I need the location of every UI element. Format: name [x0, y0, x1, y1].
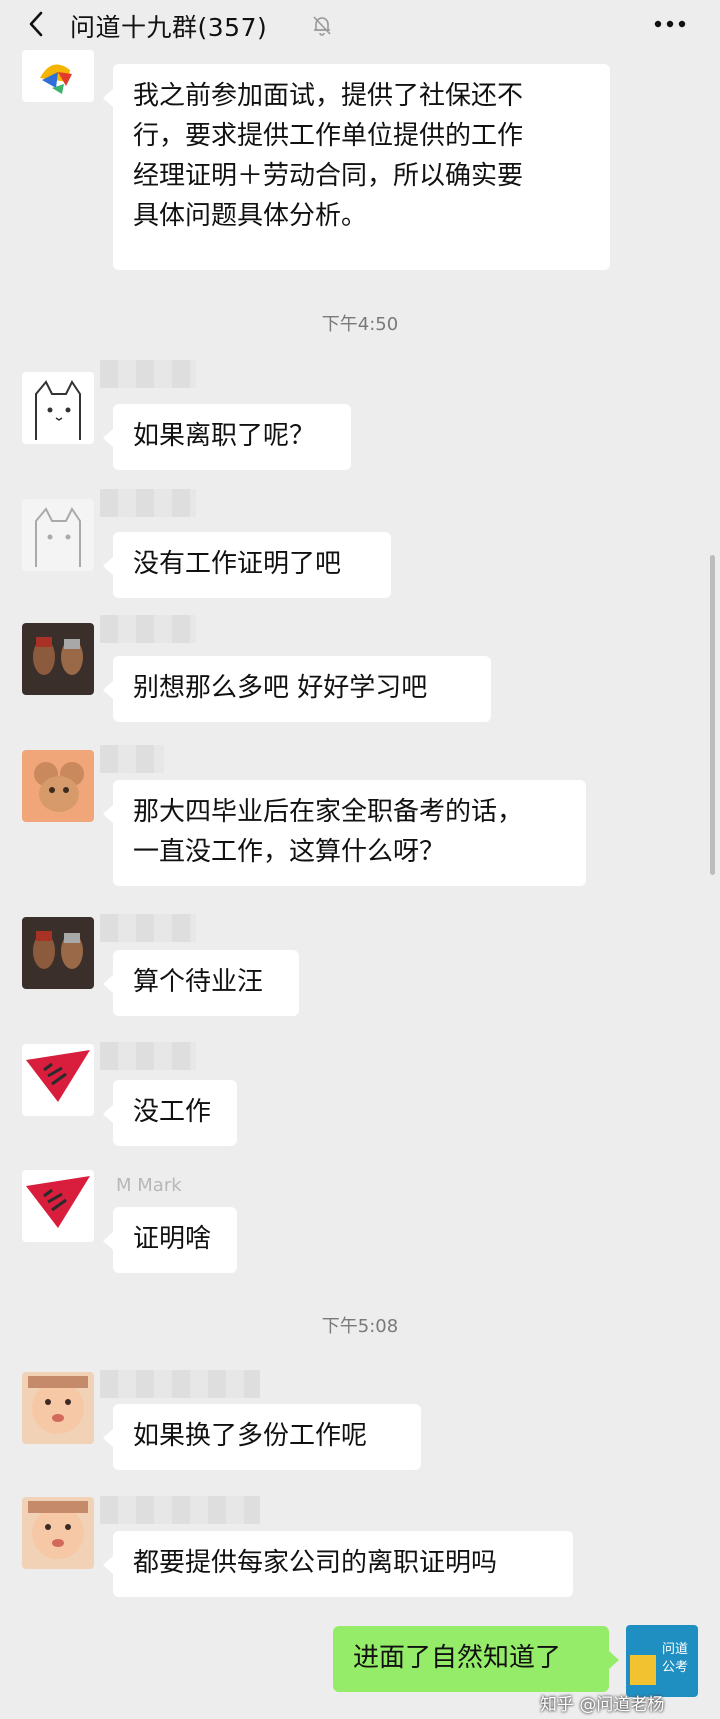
message-bubble: 那大四毕业后在家全职备考的话， 一直没工作，这算什么呀？ — [103, 780, 586, 886]
sender-name-blurred — [100, 489, 196, 517]
chat-title: 问道十九群(357) — [70, 13, 268, 42]
scrollbar[interactable] — [710, 555, 715, 875]
sender-name-blurred — [100, 360, 196, 388]
message-bubble: 没有工作证明了吧 — [103, 532, 391, 598]
sender-name-blurred — [100, 745, 164, 773]
message-bubble: 没工作 — [103, 1080, 237, 1146]
my-avatar-label: 问道 — [662, 1642, 688, 1657]
sender-name-blurred — [100, 914, 196, 942]
my-message-bubble: 进面了自然知道了 — [333, 1626, 619, 1692]
watermark: 知乎 @问道老杨 — [540, 1695, 665, 1715]
more-options-icon[interactable] — [650, 14, 690, 34]
avatar[interactable] — [22, 917, 94, 989]
message-bubble: 如果离职了呢？ — [103, 404, 351, 470]
avatar[interactable] — [22, 1497, 94, 1569]
avatar[interactable] — [22, 750, 94, 822]
sender-name-blurred — [100, 1042, 196, 1070]
muted-bell-icon — [313, 16, 331, 36]
back-arrow-icon[interactable] — [22, 9, 52, 39]
message-bubble: 证明啥 — [103, 1207, 237, 1273]
my-avatar-label: 公考 — [662, 1660, 688, 1675]
my-avatar[interactable]: 问道 公考 — [626, 1625, 698, 1697]
avatar[interactable] — [22, 1170, 94, 1242]
message-bubble: 别想那么多吧 好好学习吧 — [103, 656, 491, 722]
avatar[interactable] — [22, 50, 94, 102]
sender-name-blurred — [100, 1496, 260, 1524]
avatar[interactable] — [22, 1044, 94, 1116]
chat-header: 问道十九群(357) — [0, 0, 720, 52]
timestamp: 下午4:50 — [321, 314, 399, 335]
message-bubble: 如果换了多份工作呢 — [103, 1404, 421, 1470]
message-bubble: 都要提供每家公司的离职证明吗 — [103, 1531, 573, 1597]
avatar[interactable] — [22, 372, 94, 444]
message-bubble: 我之前参加面试，提供了社保还不 行，要求提供工作单位提供的工作 经理证明＋劳动合… — [103, 64, 610, 270]
avatar[interactable] — [22, 499, 94, 571]
sender-name-blurred — [100, 1370, 260, 1398]
avatar[interactable] — [22, 623, 94, 695]
sender-name: M Mark — [116, 1175, 182, 1196]
timestamp: 下午5:08 — [321, 1316, 399, 1337]
message-bubble: 算个待业汪 — [103, 950, 299, 1016]
sender-name-blurred — [100, 615, 196, 643]
avatar[interactable] — [22, 1372, 94, 1444]
